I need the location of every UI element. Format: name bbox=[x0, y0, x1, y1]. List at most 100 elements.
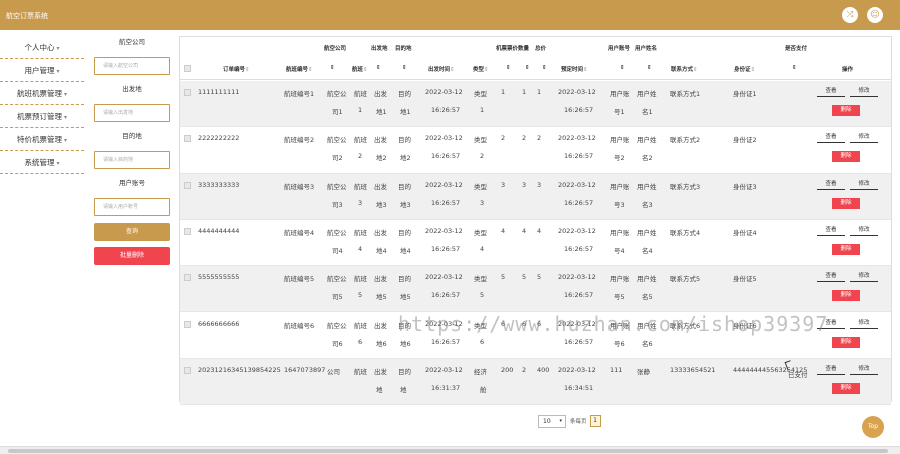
sort-icon[interactable]: ⇕ bbox=[583, 67, 588, 73]
view-button[interactable]: 查看 bbox=[817, 180, 845, 190]
sort-icon[interactable]: ⇕ bbox=[363, 67, 368, 73]
sort-icon[interactable]: ⇕ bbox=[450, 67, 455, 73]
destination-input[interactable]: 请输入目的地 bbox=[94, 151, 170, 169]
header-flight-no[interactable]: 航班编号⇕ bbox=[286, 65, 313, 73]
sort-icon[interactable]: ⇕ bbox=[525, 65, 530, 71]
header-account[interactable]: 用户账号 bbox=[608, 44, 630, 52]
order-number: 1111111111 bbox=[198, 88, 240, 96]
header-id-card[interactable]: 身份证⇕ bbox=[734, 65, 755, 73]
delete-button[interactable]: 删除 bbox=[832, 197, 860, 209]
scrollbar-thumb[interactable] bbox=[8, 449, 888, 453]
header-destination[interactable]: 目的地 bbox=[395, 44, 412, 52]
sort-icon[interactable]: ⇕ bbox=[693, 67, 698, 73]
airline-cell: 司2 bbox=[332, 154, 343, 163]
table-row: 20231216345139854225 1647073897 公司 航班 出发地 目的地… bbox=[180, 358, 891, 406]
sidebar-item[interactable]: 个人中心 ▾ bbox=[0, 36, 84, 59]
sidebar-item[interactable]: 机票预订管理 ▾ bbox=[0, 105, 84, 128]
delete-button[interactable]: 删除 bbox=[832, 336, 860, 348]
header-paid[interactable]: 是否支付 bbox=[785, 44, 807, 52]
sort-icon[interactable]: ⇕ bbox=[376, 65, 381, 71]
header-total[interactable]: 总价 bbox=[535, 44, 546, 52]
row-checkbox[interactable] bbox=[184, 227, 191, 235]
user-icon[interactable]: ☺ bbox=[867, 7, 883, 23]
sort-icon[interactable]: ⇕ bbox=[542, 65, 547, 71]
quantity-cell: 1 bbox=[522, 88, 527, 96]
row-checkbox[interactable] bbox=[184, 320, 191, 328]
query-button[interactable]: 查询 bbox=[94, 223, 170, 241]
sidebar-item[interactable]: 系统管理 ▾ bbox=[0, 151, 84, 174]
row-checkbox[interactable] bbox=[184, 89, 191, 96]
flight-cell: 航班 bbox=[354, 90, 367, 98]
edit-button[interactable]: 修改 bbox=[850, 133, 878, 144]
page-number[interactable]: 1 bbox=[589, 415, 601, 427]
view-button[interactable]: 查看 bbox=[817, 365, 845, 375]
sort-icon[interactable]: ⇕ bbox=[751, 67, 756, 73]
header-book-time[interactable]: 预定时间⇕ bbox=[561, 65, 588, 73]
header-origin[interactable]: 出发地 bbox=[371, 44, 388, 52]
sort-icon[interactable]: ⇕ bbox=[620, 65, 625, 71]
delete-button[interactable]: 删除 bbox=[832, 105, 860, 116]
header-label: 航班 bbox=[352, 67, 364, 73]
delete-button[interactable]: 删除 bbox=[832, 382, 860, 394]
watermark: https://www.huzhan.com/ishop39397 bbox=[398, 312, 829, 336]
sort-icon[interactable]: ⇕ bbox=[402, 65, 407, 71]
delete-button[interactable]: 删除 bbox=[832, 151, 860, 163]
origin-cell: 地5 bbox=[376, 293, 387, 302]
header-depart-time[interactable]: 出发时间⇕ bbox=[428, 65, 455, 73]
delete-button[interactable]: 删除 bbox=[832, 243, 860, 255]
sort-icon[interactable]: ⇕ bbox=[330, 65, 335, 71]
sort-icon[interactable]: ⇕ bbox=[245, 67, 250, 73]
paid-cell: 已支付 bbox=[788, 370, 808, 379]
flight-cell: 航班 bbox=[354, 182, 367, 191]
header-airline[interactable]: 航空公司 bbox=[324, 44, 346, 52]
header-flight[interactable]: 航班⇕ bbox=[352, 65, 368, 73]
edit-button[interactable]: 修改 bbox=[850, 180, 878, 190]
header-order-no[interactable]: 订单编号⇕ bbox=[223, 65, 250, 73]
depart-date: 2022-03-12 bbox=[425, 180, 463, 189]
airline-input[interactable]: 请输入航空公司 bbox=[94, 57, 170, 75]
row-checkbox[interactable] bbox=[184, 181, 191, 189]
sidebar-item[interactable]: 用户管理 ▾ bbox=[0, 59, 84, 82]
header-username[interactable]: 用户姓名 bbox=[635, 44, 657, 52]
batch-delete-button[interactable]: 批量删除 bbox=[94, 247, 170, 265]
row-checkbox[interactable] bbox=[184, 366, 191, 374]
account-cell: 用户账 bbox=[610, 136, 630, 145]
horizontal-scrollbar[interactable] bbox=[0, 446, 900, 454]
row-checkbox[interactable] bbox=[184, 274, 191, 282]
header-actions[interactable]: 操作 bbox=[842, 65, 853, 73]
chevron-down-icon: ▾ bbox=[63, 137, 67, 144]
header-ticket-price[interactable]: 机票票价 bbox=[496, 44, 518, 52]
account-cell: 用户账 bbox=[610, 228, 630, 237]
view-button[interactable]: 查看 bbox=[817, 226, 845, 236]
view-button[interactable]: 查看 bbox=[817, 272, 845, 283]
edit-button[interactable]: 修改 bbox=[850, 226, 878, 236]
username-cell: 名1 bbox=[642, 108, 653, 116]
sort-icon[interactable]: ⇕ bbox=[506, 65, 511, 71]
quantity-cell: 4 bbox=[522, 226, 527, 235]
edit-button[interactable]: 修改 bbox=[850, 87, 878, 97]
view-button[interactable]: 查看 bbox=[817, 133, 845, 144]
header-type[interactable]: 类型⇕ bbox=[473, 65, 489, 73]
header-quantity[interactable]: 数量 bbox=[518, 44, 529, 52]
edit-button[interactable]: 修改 bbox=[850, 365, 878, 375]
origin-input[interactable]: 请输入出发地 bbox=[94, 104, 170, 122]
account-input[interactable]: 请输入用户账号 bbox=[94, 198, 170, 216]
back-to-top-button[interactable]: Top bbox=[862, 416, 884, 438]
shuffle-icon[interactable]: ⤨ bbox=[842, 7, 858, 23]
sort-icon[interactable]: ⇕ bbox=[792, 65, 797, 71]
sort-icon[interactable]: ⇕ bbox=[308, 67, 313, 73]
sort-icon[interactable]: ⇕ bbox=[484, 67, 489, 73]
select-all-checkbox[interactable] bbox=[184, 65, 191, 72]
edit-button[interactable]: 修改 bbox=[850, 319, 878, 329]
delete-button[interactable]: 删除 bbox=[832, 290, 860, 302]
sidebar-item[interactable]: 特价机票管理 ▾ bbox=[0, 128, 84, 151]
destination-cell: 地5 bbox=[400, 293, 411, 302]
row-checkbox[interactable] bbox=[184, 135, 191, 143]
page-size-select[interactable]: 10 ▾ bbox=[538, 414, 566, 428]
sort-icon[interactable]: ⇕ bbox=[647, 65, 652, 71]
edit-button[interactable]: 修改 bbox=[850, 272, 878, 283]
view-button[interactable]: 查看 bbox=[817, 87, 845, 97]
header-contact[interactable]: 联系方式⇕ bbox=[671, 65, 698, 73]
sidebar-item[interactable]: 航班机票管理 ▾ bbox=[0, 82, 84, 105]
origin-cell: 地2 bbox=[376, 154, 387, 163]
